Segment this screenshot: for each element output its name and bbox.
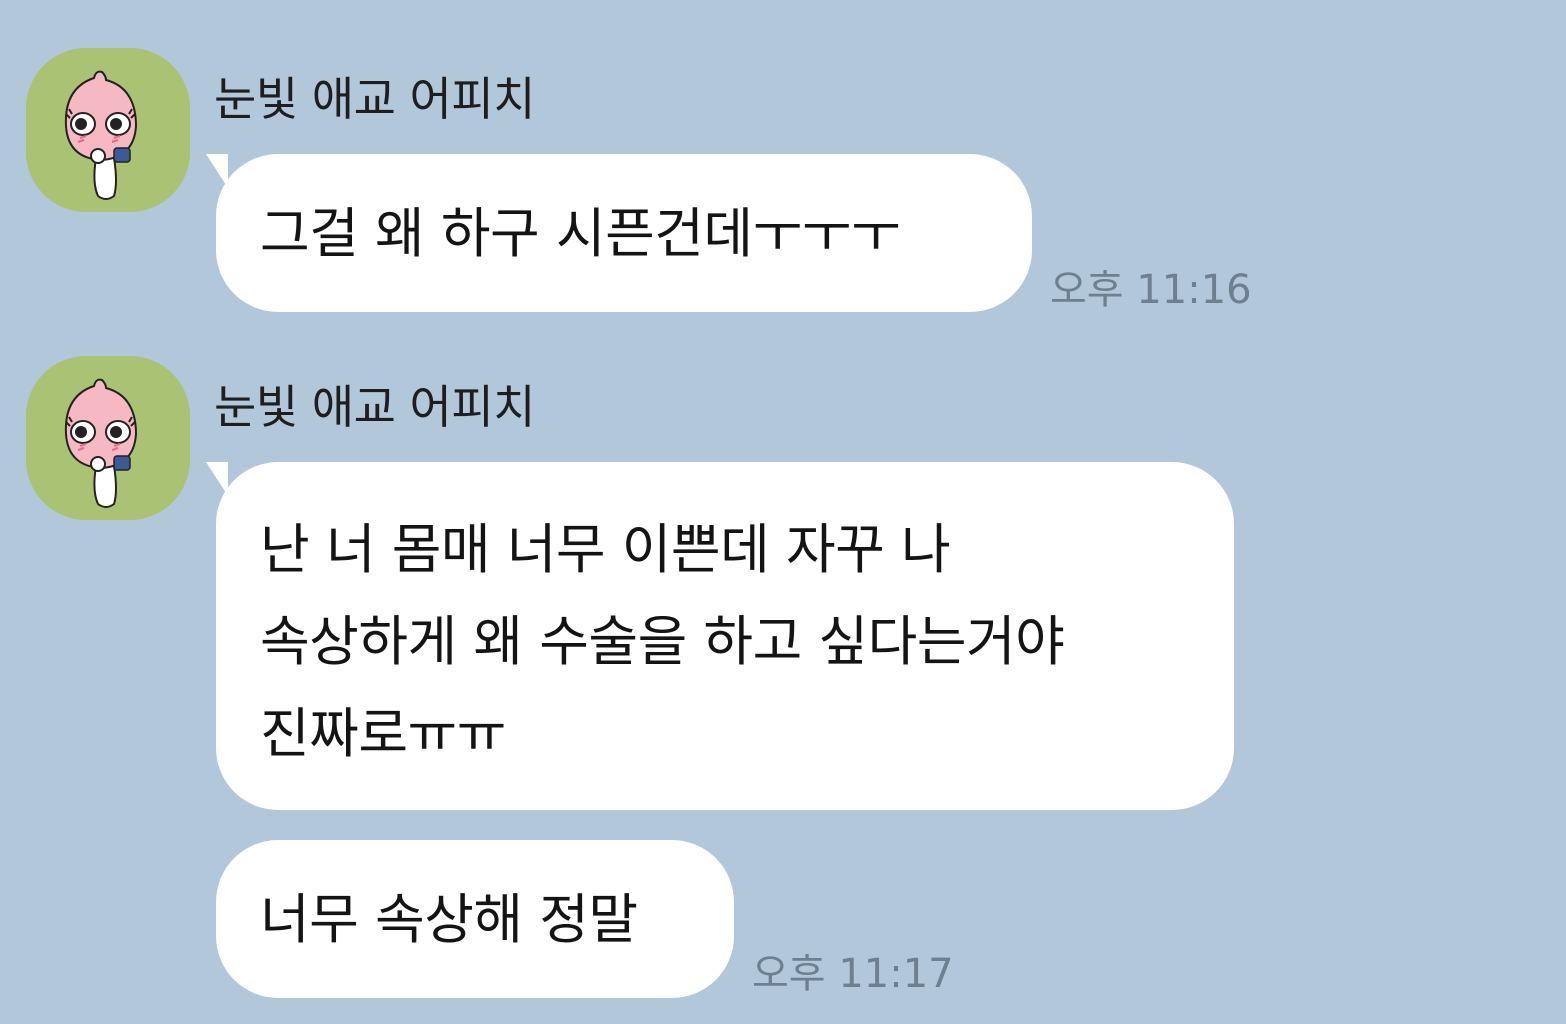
message-text: 그걸 왜 하구 시픈건데ㅜㅜㅜ [260, 188, 988, 280]
apeach-avatar-icon [26, 356, 190, 520]
message-line: 너무 속상해 정말 [260, 888, 638, 951]
message-text: 너무 속상해 정말 [260, 874, 690, 966]
chat-message-area[interactable]: 눈빛 애교 어피치 그걸 왜 하구 시픈건데ㅜㅜㅜ 오후 11:16 눈빛 애교… [0, 0, 1566, 1024]
message-line: 진짜로ㅠㅠ [260, 702, 506, 765]
message-text: 난 너 몸매 너무 이쁜데 자꾸 나 속상하게 왜 수술을 하고 싶다는거야 진… [260, 504, 1190, 780]
message-timestamp: 오후 11:16 [1050, 267, 1252, 313]
message-line: 속상하게 왜 수술을 하고 싶다는거야 [260, 610, 1065, 673]
sender-name: 눈빛 애교 어피치 [214, 72, 535, 126]
sender-avatar[interactable] [26, 48, 190, 212]
message-bubble[interactable]: 그걸 왜 하구 시픈건데ㅜㅜㅜ [206, 154, 1032, 312]
message-line: 난 너 몸매 너무 이쁜데 자꾸 나 [260, 518, 951, 581]
apeach-avatar-icon [26, 48, 190, 212]
message-timestamp: 오후 11:17 [752, 951, 954, 997]
sender-avatar[interactable] [26, 356, 190, 520]
message-line: 그걸 왜 하구 시픈건데ㅜㅜㅜ [260, 202, 901, 265]
sender-name: 눈빛 애교 어피치 [214, 380, 535, 434]
message-bubble[interactable]: 난 너 몸매 너무 이쁜데 자꾸 나 속상하게 왜 수술을 하고 싶다는거야 진… [206, 462, 1234, 810]
message-bubble[interactable]: 너무 속상해 정말 [216, 840, 734, 998]
